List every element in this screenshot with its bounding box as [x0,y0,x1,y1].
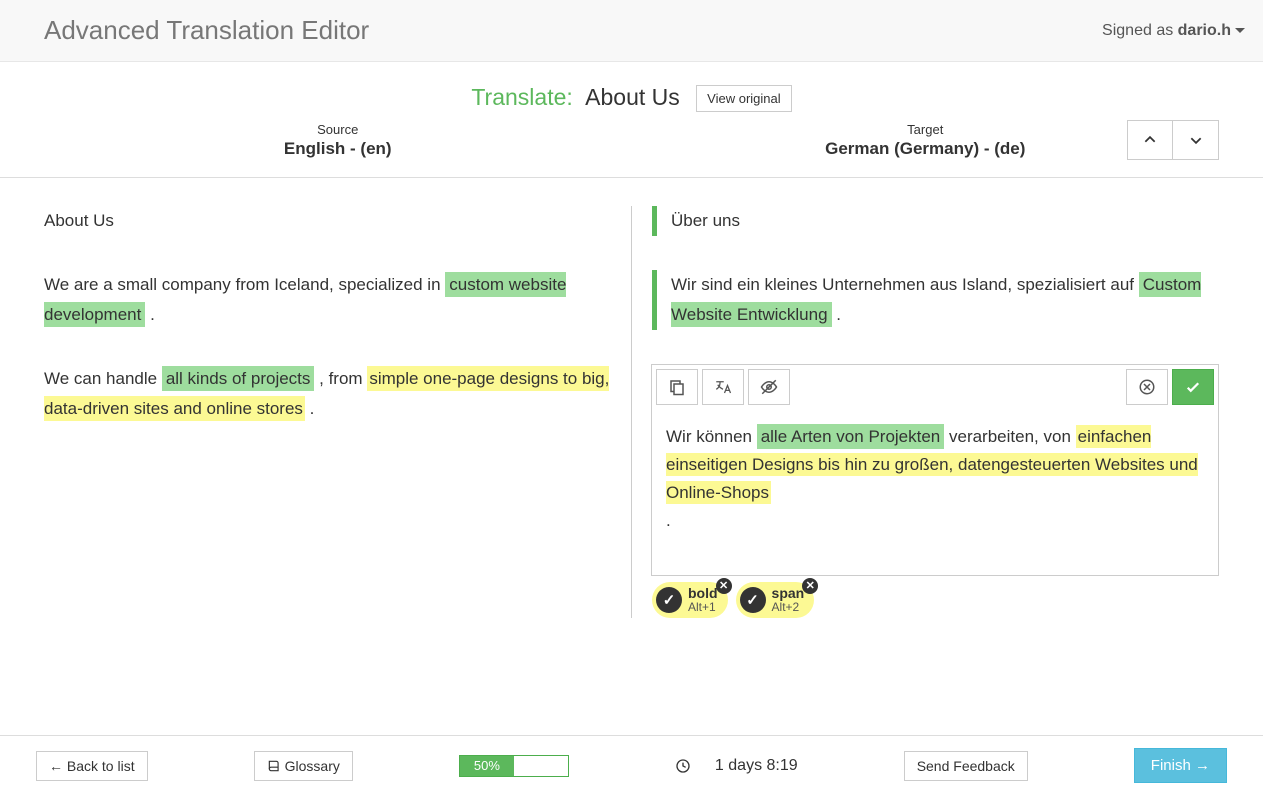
check-circle-icon: ✓ [740,587,766,613]
footer: ← Back to list Glossary 50% 1 days 8:19 … [0,735,1263,795]
time-text: 1 days 8:19 [715,757,798,775]
machine-translate-button[interactable] [702,369,744,405]
source-segment-2[interactable]: We are a small company from Iceland, spe… [44,270,611,330]
check-circle-icon: ✓ [656,587,682,613]
text: We can handle [44,369,162,388]
check-icon [1184,378,1202,396]
text: . [150,305,155,324]
source-segment-1[interactable]: About Us [44,206,611,236]
time-remaining: 1 days 8:19 [675,757,798,775]
translation-textarea[interactable]: Wir können alle Arten von Projekten vera… [652,409,1218,575]
reject-icon [1138,378,1156,396]
source-segment-3[interactable]: We can handle all kinds of projects , fr… [44,364,611,424]
glossary-label: Glossary [285,758,340,774]
tag-name: span [772,586,805,600]
remove-tag-icon[interactable]: ✕ [716,578,732,594]
content: About Us We are a small company from Ice… [0,178,1263,618]
app-title: Advanced Translation Editor [44,15,369,46]
copy-source-button[interactable] [656,369,698,405]
text: . [310,399,315,418]
source-language-name: English - (en) [44,139,632,159]
clock-icon [675,758,691,774]
progress-bar: 50% [459,755,569,777]
caret-down-icon [1235,28,1245,33]
segment-nav [1127,120,1219,160]
view-original-button[interactable]: View original [696,85,791,112]
active-segment-editor: Wir können alle Arten von Projekten vera… [651,364,1219,576]
remove-tag-icon[interactable]: ✕ [802,578,818,594]
text: verarbeiten, von [944,427,1075,446]
prev-segment-button[interactable] [1127,120,1173,160]
hide-formatting-button[interactable] [748,369,790,405]
tag-shortcut: Alt+1 [688,600,718,614]
tag-name: bold [688,586,718,600]
glossary-button[interactable]: Glossary [254,751,353,781]
text: Wir können [666,427,757,446]
tag-shortcut: Alt+2 [772,600,805,614]
chevron-down-icon [1189,133,1203,147]
reject-button[interactable] [1126,369,1168,405]
text: , from [319,369,367,388]
book-icon [267,759,281,773]
target-segment-2[interactable]: Wir sind ein kleines Unternehmen aus Isl… [652,270,1219,330]
back-to-list-button[interactable]: ← Back to list [36,751,148,781]
source-column: About Us We are a small company from Ice… [44,206,631,618]
highlight-green: alle Arten von Projekten [757,424,945,449]
translate-icon [714,378,732,396]
user-menu[interactable]: Signed as dario.h [1102,22,1245,40]
progress-fill: 50% [460,756,514,776]
accept-button[interactable] [1172,369,1214,405]
tag-bold[interactable]: ✓ bold Alt+1 ✕ [652,582,728,618]
source-language: Source English - (en) [44,122,632,159]
top-bar: Advanced Translation Editor Signed as da… [0,0,1263,62]
translate-header: Translate: About Us View original [0,62,1263,122]
text: . [836,305,841,324]
highlight-green: all kinds of projects [162,366,315,391]
username: dario.h [1178,22,1231,39]
target-segment-1[interactable]: Über uns [652,206,1219,236]
document-title: About Us [585,84,680,110]
text: Wir sind ein kleines Unternehmen aus Isl… [671,275,1139,294]
language-row: Source English - (en) Target German (Ger… [0,122,1263,178]
signed-as-label: Signed as [1102,22,1178,39]
send-feedback-button[interactable]: Send Feedback [904,751,1028,781]
segment-toolbar [652,365,1218,409]
tag-span[interactable]: ✓ span Alt+2 ✕ [736,582,815,618]
finish-button[interactable]: Finish → [1134,748,1227,783]
text: We are a small company from Iceland, spe… [44,275,445,294]
target-column: Über uns Wir sind ein kleines Unternehme… [631,206,1219,618]
tag-markers: ✓ bold Alt+1 ✕ ✓ span Alt+2 ✕ [652,582,1219,618]
text: . [666,511,671,530]
source-label: Source [44,122,632,137]
next-segment-button[interactable] [1173,120,1219,160]
copy-icon [668,378,686,396]
translate-label: Translate: [471,84,572,110]
chevron-up-icon [1143,133,1157,147]
eye-slash-icon [759,378,779,396]
